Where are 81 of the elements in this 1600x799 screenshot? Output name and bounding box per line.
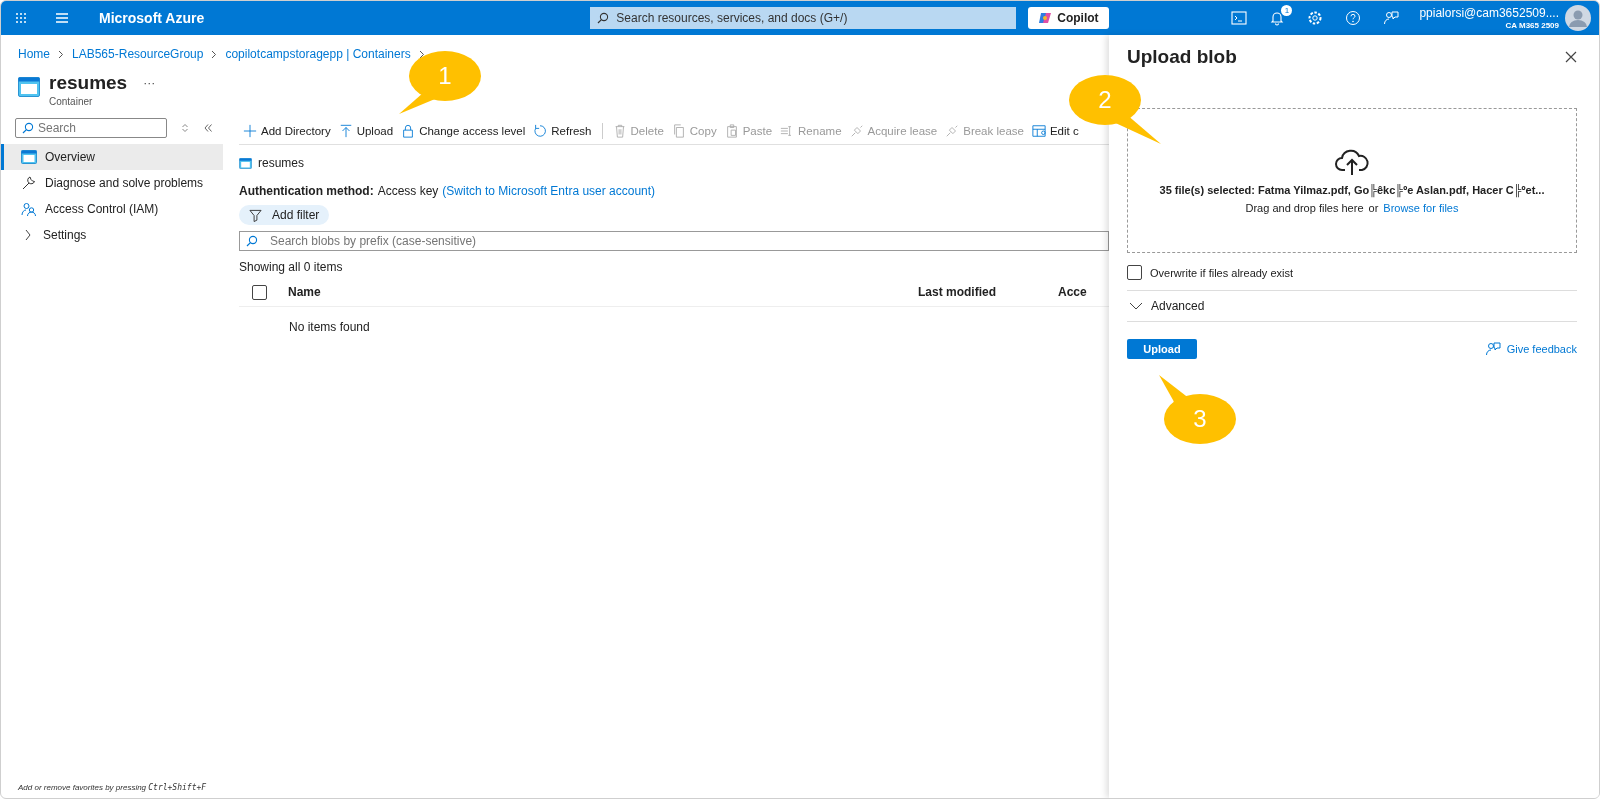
- overwrite-checkbox[interactable]: [1127, 265, 1142, 280]
- or-label: or: [1368, 201, 1379, 214]
- page-subtitle: Container: [49, 96, 93, 107]
- chevron-right-icon: [418, 49, 425, 59]
- copy-icon: [671, 124, 686, 138]
- help-icon[interactable]: [1345, 10, 1362, 26]
- feedback-icon: [1484, 341, 1501, 357]
- link-icon: [849, 124, 864, 138]
- bell-icon[interactable]: [1269, 10, 1286, 26]
- select-all-checkbox[interactable]: [252, 284, 267, 300]
- upload-icon: [338, 124, 353, 138]
- browse-files-link[interactable]: Browse for files: [1383, 201, 1459, 214]
- chevron-down-icon: [1129, 301, 1143, 311]
- selected-files-text: 35 file(s) selected: Fatma Yilmaz.pdf, Go╠êkc╠ºe Aslan.pdf, Hacer C╠ºet...: [1159, 183, 1545, 196]
- favorites-hint: Add or remove favorites by pressing Ctrl+Shift+F: [17, 783, 208, 794]
- clipboard-icon: [724, 124, 739, 138]
- sidebar-item[interactable]: Diagnose and solve problems: [1, 170, 223, 196]
- add-filter-button[interactable]: Add filter: [239, 205, 330, 225]
- table-icon: [1031, 124, 1046, 138]
- column-header[interactable]: Last modified: [918, 285, 1058, 299]
- wrench-icon: [21, 175, 37, 191]
- empty-message: No items found: [288, 319, 371, 334]
- more-button[interactable]: ···: [143, 76, 156, 90]
- refresh-icon: [533, 124, 548, 138]
- toolbar-button[interactable]: Refresh: [529, 124, 596, 138]
- link-icon: [945, 124, 960, 138]
- upload-button[interactable]: Upload: [1127, 339, 1197, 359]
- avatar-icon[interactable]: [1565, 5, 1591, 31]
- breadcrumb-link[interactable]: copilotcampstoragepp | Containers: [225, 47, 411, 61]
- feedback-icon[interactable]: [1383, 10, 1400, 26]
- user-account-name[interactable]: ppialorsi@cam3652509....: [1419, 6, 1559, 20]
- sidebar-item[interactable]: Access Control (IAM): [1, 196, 223, 222]
- toolbar-button[interactable]: Add Directory: [239, 124, 335, 138]
- chevron-right-icon: [211, 49, 218, 59]
- settings-icon[interactable]: [1307, 10, 1324, 26]
- sidebar-item[interactable]: Overview: [1, 144, 223, 170]
- switch-auth-link[interactable]: (Switch to Microsoft Entra user account): [442, 184, 656, 198]
- container-icon: [18, 77, 40, 97]
- auth-label: Authentication method:: [239, 184, 374, 198]
- sidebar-search-field[interactable]: Search: [15, 118, 167, 138]
- copilot-button[interactable]: Copilot: [1028, 7, 1109, 29]
- app-logo: [1038, 11, 1053, 25]
- cloud-upload-icon: [1334, 147, 1370, 176]
- tenant-name: CA M365 2509: [1505, 21, 1559, 30]
- search-icon: [597, 12, 610, 24]
- toolbar-button[interactable]: Change access level: [397, 124, 530, 138]
- give-feedback-link[interactable]: Give feedback: [1484, 341, 1577, 357]
- blob-search-field[interactable]: Search blobs by prefix (case-sensitive): [239, 231, 1109, 251]
- breadcrumb-link[interactable]: Home: [18, 47, 50, 61]
- breadcrumb-link[interactable]: LAB565-ResourceGroup: [72, 47, 204, 61]
- lock-icon: [401, 124, 416, 138]
- menu-icon[interactable]: [55, 12, 69, 24]
- container-icon: [21, 150, 37, 164]
- page-title: resumes: [49, 72, 128, 94]
- collapse-icon[interactable]: [203, 123, 213, 133]
- step-callout: 2: [1069, 75, 1141, 125]
- global-search-field[interactable]: Search resources, services, and docs (G+/): [590, 7, 1017, 29]
- plus-icon: [243, 124, 257, 138]
- toolbar-button[interactable]: Edit c: [1027, 124, 1083, 138]
- brand-title[interactable]: Microsoft Azure: [99, 10, 205, 26]
- chevron-right-icon: [58, 49, 64, 59]
- filter-icon: [249, 208, 262, 222]
- container-icon: [239, 157, 252, 169]
- panel-title: Upload blob: [1127, 46, 1237, 68]
- toolbar-button[interactable]: Upload: [334, 124, 398, 138]
- column-header[interactable]: Name: [288, 285, 918, 299]
- drop-hint: Drag and drop files here: [1245, 201, 1364, 214]
- location-label: resumes: [258, 156, 304, 170]
- app-launcher-icon[interactable]: [15, 12, 27, 24]
- column-header[interactable]: Acce: [1058, 285, 1087, 299]
- auth-value: Access key: [377, 184, 439, 198]
- overwrite-label: Overwrite if files already exist: [1150, 266, 1294, 279]
- sidebar-item[interactable]: Settings: [1, 222, 223, 248]
- close-icon[interactable]: [1565, 51, 1577, 63]
- search-icon: [246, 235, 258, 247]
- advanced-expander[interactable]: Advanced: [1127, 291, 1577, 322]
- terminal-icon[interactable]: [1231, 11, 1248, 25]
- people-icon: [21, 201, 37, 217]
- search-icon: [22, 122, 34, 134]
- item-count: Showing all 0 items: [239, 260, 344, 274]
- notification-count-badge: 1: [1281, 5, 1293, 16]
